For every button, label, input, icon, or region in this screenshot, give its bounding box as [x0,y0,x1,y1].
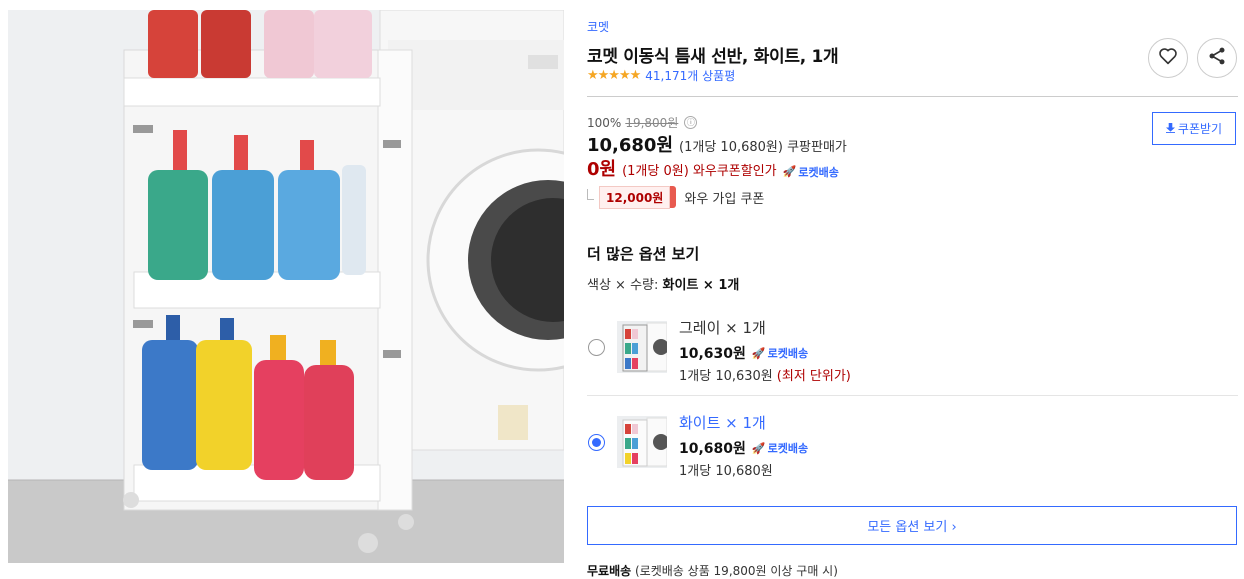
wow-coupon-row: 12,000원 와우 가입 쿠폰 [587,186,764,209]
option-price-gray: 10,630원 [679,346,746,362]
option-unit-price-gray: 1개당 10,630원 [679,369,773,384]
rocket-badge: 🚀 로켓배송 [752,440,808,456]
wow-coupon-label: 와우 가입 쿠폰 [684,192,765,207]
option-name-gray: 그레이 × 1개 [679,319,766,337]
share-icon [1207,46,1227,70]
selected-option-summary: 색상 × 수량: 화이트 × 1개 [587,274,739,293]
option-unit-gray: 1개당 10,630원 (최저 단위가) [679,365,851,384]
rating-stars-icon: ★★★★★ [587,68,641,83]
rocket-icon: 🚀 [751,441,766,455]
sale-price-row: 10,680원 (1개당 10,680원) 쿠팡판매가 [587,131,847,157]
product-info-panel: 코멧 코멧 이동식 틈새 선반, 화이트, 1개 ★★★★★ 41,171개 상… [587,0,1238,578]
product-title: 코멧 이동식 틈새 선반, 화이트, 1개 [587,47,839,67]
discount-row: 100% 19,800원 ⓘ [587,114,698,131]
option-price-row-white: 10,680원 🚀 로켓배송 [679,438,808,458]
coupon-button-label: 쿠폰받기 [1177,122,1223,136]
wow-price-row: 0원 (1개당 0원) 와우쿠폰할인가 🚀 로켓배송 [587,155,839,181]
more-options-title: 더 많은 옵션 보기 [587,245,700,263]
rocket-icon: 🚀 [751,346,766,360]
option-thumbnail-white [617,416,667,468]
lowest-unit-note: (최저 단위가) [776,369,851,384]
coupon-download-button[interactable]: 쿠폰받기 [1152,112,1236,145]
option-item-white[interactable]: 화이트 × 1개 10,680원 🚀 로켓배송 1개당 10,680원 [587,404,1238,494]
rocket-label: 로켓배송 [798,165,839,179]
favorite-button[interactable] [1148,38,1188,78]
option-divider [587,395,1238,396]
rocket-label: 로켓배송 [767,442,809,455]
shipping-label: 무료배송 [587,564,632,578]
original-price: 19,800원 [625,116,679,130]
option-radio-gray[interactable] [588,339,605,356]
wow-price: 0원 [587,159,617,180]
shipping-detail: (로켓배송 상품 19,800원 이상 구매 시) [635,564,838,578]
sale-price: 10,680원 [587,135,674,156]
rocket-icon: 🚀 [782,165,797,178]
rocket-label: 로켓배송 [767,347,809,360]
rating-row[interactable]: ★★★★★ 41,171개 상품평 [587,67,735,84]
product-image [8,10,564,563]
header-divider [587,96,1238,97]
wow-unit-price: (1개당 0원) 와우쿠폰할인가 [622,164,777,179]
option-unit-price-white: 1개당 10,680원 [679,464,773,479]
option-price-white: 10,680원 [679,441,746,457]
brand-link[interactable]: 코멧 [587,18,609,35]
wow-coupon-amount: 12,000원 [599,186,677,209]
option-unit-white: 1개당 10,680원 [679,460,773,479]
sale-unit-price: (1개당 10,680원) 쿠팡판매가 [679,140,847,155]
rocket-badge: 🚀 로켓배송 [783,164,839,180]
info-icon[interactable]: ⓘ [684,116,698,129]
indent-corner [587,189,594,200]
summary-prefix: 색상 × 수량: [587,278,659,293]
option-name-white: 화이트 × 1개 [679,414,766,432]
option-item-gray[interactable]: 그레이 × 1개 10,630원 🚀 로켓배송 1개당 10,630원 (최저 단… [587,309,1238,399]
heart-icon [1158,47,1178,69]
summary-value: 화이트 × 1개 [662,278,740,293]
download-icon [1165,122,1175,136]
share-button[interactable] [1197,38,1237,78]
rocket-badge: 🚀 로켓배송 [752,345,808,361]
option-radio-white[interactable] [588,434,605,451]
discount-rate: 100% [587,115,622,130]
all-options-button[interactable]: 모든 옵션 보기 › [587,506,1237,545]
review-count[interactable]: 41,171개 상품평 [645,67,735,84]
option-thumbnail-gray [617,321,667,373]
option-price-row-gray: 10,630원 🚀 로켓배송 [679,343,808,363]
